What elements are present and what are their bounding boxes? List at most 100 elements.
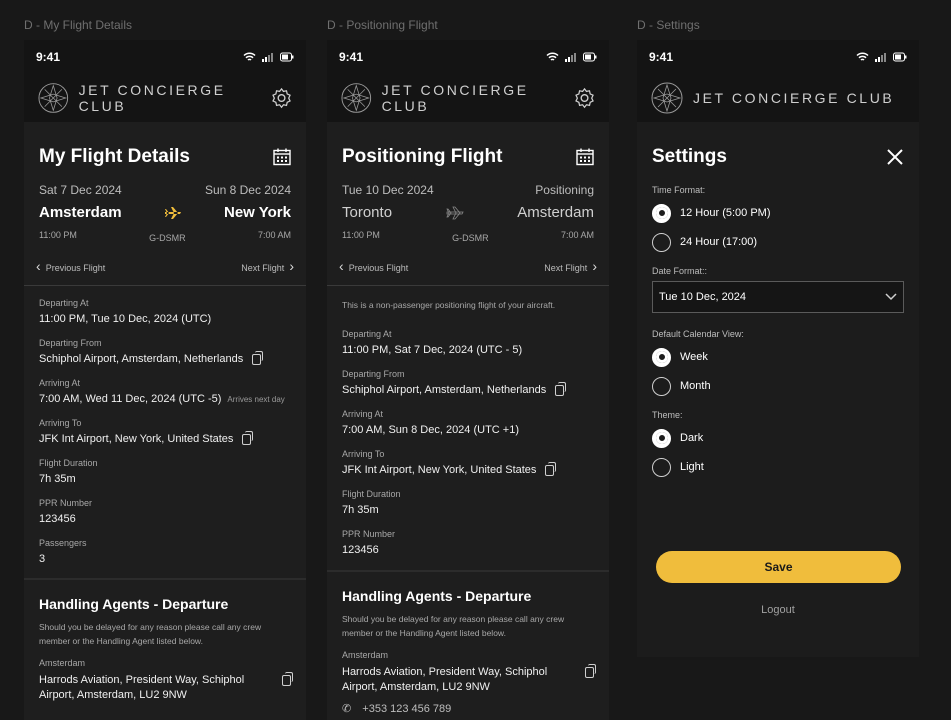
next-flight-link[interactable]: Next Flight › bbox=[241, 258, 294, 274]
date-format-label: Date Format:: bbox=[652, 266, 708, 276]
route-summary: Sat 7 Dec 2024 Sun 8 Dec 2024 Amsterdam … bbox=[24, 183, 306, 243]
app-header: JET CONCIERGE CLUB bbox=[24, 74, 306, 122]
next-flight-label: Next Flight bbox=[241, 263, 285, 273]
status-bar: 9:41 bbox=[24, 40, 306, 74]
time-format-24-label: 24 Hour (17:00) bbox=[680, 236, 758, 248]
calendar-icon[interactable] bbox=[273, 148, 291, 166]
page-title: Positioning Flight bbox=[342, 146, 503, 167]
time-format-24-option[interactable]: 24 Hour (17:00) bbox=[637, 228, 919, 256]
battery-icon bbox=[583, 52, 597, 62]
page-title: Settings bbox=[652, 146, 727, 167]
detail-value: 3 bbox=[39, 553, 46, 565]
app-header: JET CONCIERGE CLUB bbox=[637, 74, 919, 122]
theme-light-label: Light bbox=[680, 461, 704, 473]
flight-navigation: ‹ Previous Flight Next Flight › bbox=[327, 255, 609, 277]
frame-label-settings: D - Settings bbox=[637, 18, 700, 32]
detail-value: 7:00 AM, Wed 11 Dec, 2024 (UTC -5) bbox=[39, 393, 222, 405]
radio-unselected[interactable] bbox=[652, 376, 671, 396]
chevron-left-icon: ‹ bbox=[36, 258, 41, 274]
calendar-view-label: Default Calendar View: bbox=[652, 329, 744, 339]
gear-icon[interactable] bbox=[271, 87, 292, 109]
handling-agents-text: Should you be delayed for any reason ple… bbox=[342, 614, 565, 638]
copy-icon[interactable] bbox=[545, 461, 557, 476]
arrival-date: Sun 8 Dec 2024 bbox=[204, 183, 291, 197]
app-header: JET CONCIERGE CLUB bbox=[327, 74, 609, 122]
copy-icon[interactable] bbox=[282, 672, 293, 686]
arrival-note: Arrives next day bbox=[227, 394, 285, 404]
copy-icon[interactable] bbox=[252, 350, 264, 365]
logo-icon bbox=[38, 83, 69, 113]
chevron-left-icon: ‹ bbox=[339, 258, 344, 274]
logout-link[interactable]: Logout bbox=[637, 604, 919, 616]
calendar-week-option[interactable]: Week bbox=[637, 343, 919, 371]
brand-name: JET CONCIERGE CLUB bbox=[381, 82, 529, 114]
next-flight-link[interactable]: Next Flight › bbox=[544, 258, 597, 274]
handling-agents-heading: Handling Agents - Departure bbox=[39, 596, 229, 612]
wifi-icon bbox=[546, 52, 559, 61]
detail-label: Departing At bbox=[342, 329, 392, 339]
theme-dark-option[interactable]: Dark bbox=[637, 424, 919, 452]
frame-label-positioning: D - Positioning Flight bbox=[327, 18, 438, 32]
signal-icon bbox=[875, 53, 886, 62]
detail-label: PPR Number bbox=[342, 529, 396, 539]
agent-phone[interactable]: +353 123 456 789 bbox=[362, 703, 451, 715]
status-time: 9:41 bbox=[649, 50, 674, 64]
time-format-12-option[interactable]: 12 Hour (5:00 PM) bbox=[637, 199, 919, 227]
date-format-select[interactable]: Tue 10 Dec, 2024 bbox=[652, 281, 904, 313]
signal-icon bbox=[262, 53, 273, 62]
calendar-week-label: Week bbox=[680, 351, 708, 363]
chevron-down-icon bbox=[885, 293, 897, 301]
handling-agents-text: Should you be delayed for any reason ple… bbox=[39, 622, 262, 646]
origin-city: Toronto bbox=[342, 204, 393, 221]
wifi-icon bbox=[856, 52, 869, 61]
previous-flight-label: Previous Flight bbox=[45, 263, 106, 273]
detail-value: JFK Int Airport, New York, United States bbox=[39, 433, 234, 445]
destination-city: Amsterdam bbox=[517, 204, 594, 221]
detail-value: 123456 bbox=[39, 513, 76, 525]
theme-light-option[interactable]: Light bbox=[637, 453, 919, 481]
copy-icon[interactable] bbox=[242, 430, 254, 445]
origin-city: Amsterdam bbox=[39, 204, 122, 221]
previous-flight-link[interactable]: ‹ Previous Flight bbox=[36, 258, 105, 274]
radio-unselected[interactable] bbox=[652, 457, 671, 477]
radio-selected[interactable] bbox=[652, 203, 671, 223]
positioning-tag: Positioning bbox=[535, 183, 594, 197]
handling-agents-heading: Handling Agents - Departure bbox=[342, 588, 532, 604]
battery-icon bbox=[280, 52, 294, 62]
copy-icon[interactable] bbox=[555, 381, 567, 396]
copy-icon[interactable] bbox=[585, 664, 596, 678]
brand-name: JET CONCIERGE CLUB bbox=[78, 82, 226, 114]
plane-icon bbox=[446, 206, 464, 219]
save-button[interactable]: Save bbox=[656, 551, 901, 583]
calendar-icon[interactable] bbox=[576, 148, 594, 166]
detail-label: Arriving At bbox=[39, 378, 81, 388]
chevron-right-icon: › bbox=[289, 258, 294, 274]
detail-label: Arriving At bbox=[342, 409, 384, 419]
detail-label: Arriving To bbox=[39, 418, 82, 428]
chevron-right-icon: › bbox=[592, 258, 597, 274]
page-title: My Flight Details bbox=[39, 146, 190, 167]
time-format-12-label: 12 Hour (5:00 PM) bbox=[680, 207, 771, 219]
gear-icon[interactable] bbox=[574, 87, 595, 109]
brand-name: JET CONCIERGE CLUB bbox=[693, 90, 895, 106]
detail-value: Schiphol Airport, Amsterdam, Netherlands bbox=[342, 384, 547, 396]
time-format-label: Time Format: bbox=[652, 185, 706, 195]
radio-selected[interactable] bbox=[652, 428, 671, 448]
agent-city: Amsterdam bbox=[342, 650, 389, 660]
close-icon[interactable] bbox=[886, 148, 904, 166]
flight-detail-list: Departing At 11:00 PM, Sat 7 Dec, 2024 (U… bbox=[327, 329, 609, 556]
calendar-month-label: Month bbox=[680, 380, 711, 392]
calendar-month-option[interactable]: Month bbox=[637, 372, 919, 400]
detail-label: Departing At bbox=[39, 298, 89, 308]
detail-label: Flight Duration bbox=[39, 458, 98, 468]
departure-date: Sat 7 Dec 2024 bbox=[39, 183, 122, 197]
agent-address: Harrods Aviation, President Way, Schipho… bbox=[342, 666, 548, 693]
radio-selected[interactable] bbox=[652, 347, 671, 367]
radio-unselected[interactable] bbox=[652, 232, 671, 252]
settings-screen: 9:41 JET CONCIERGE CLUB Settings Time Fo… bbox=[637, 40, 919, 657]
plane-icon bbox=[164, 206, 181, 219]
previous-flight-link[interactable]: ‹ Previous Flight bbox=[339, 258, 408, 274]
detail-label: Arriving To bbox=[342, 449, 385, 459]
positioning-notice: This is a non-passenger positioning flig… bbox=[342, 300, 556, 310]
status-bar: 9:41 bbox=[327, 40, 609, 74]
